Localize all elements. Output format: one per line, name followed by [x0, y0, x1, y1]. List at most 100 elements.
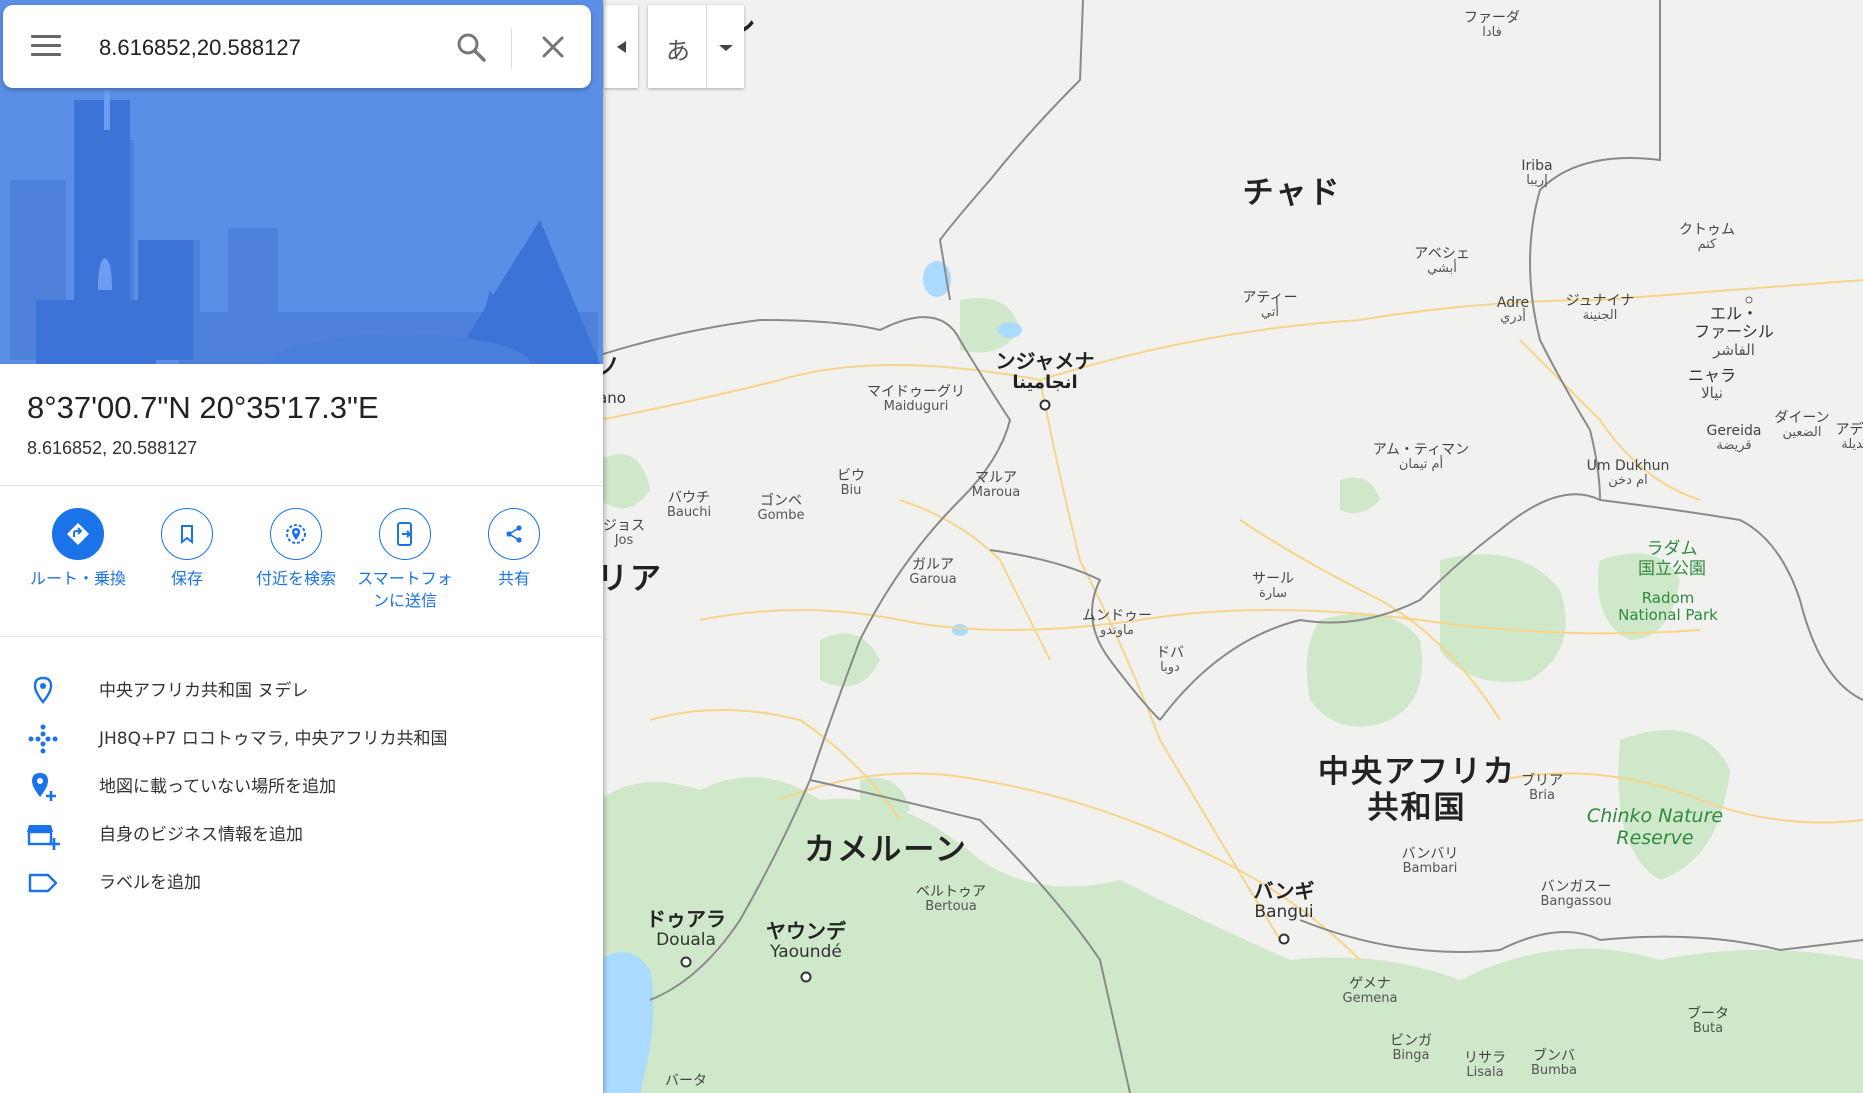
- place-kutum-ar: كتم: [1697, 237, 1717, 253]
- place-iriba-ar: إريبا: [1526, 173, 1548, 189]
- menu-icon[interactable]: [31, 35, 61, 59]
- place-jos: ジョス Jos: [603, 518, 645, 549]
- save-button[interactable]: 保存: [132, 508, 242, 590]
- city-ndjamena-marker: [1039, 399, 1051, 411]
- place-daein-ar: الضعين: [1782, 425, 1822, 441]
- place-bauchi-en: Bauchi: [666, 505, 712, 521]
- park-radom-ja: ラダム 国立公園: [1638, 539, 1706, 579]
- collapse-panel-button[interactable]: [604, 5, 638, 88]
- city-douala-marker: [680, 956, 692, 968]
- place-bangassou-en: Bangassou: [1540, 894, 1612, 910]
- info-row-add-place[interactable]: 地図に載っていない場所を追加: [0, 762, 603, 802]
- info-row-add-business[interactable]: 自身のビジネス情報を追加: [0, 810, 603, 850]
- place-bangassou: バンガスー Bangassou: [1540, 879, 1611, 910]
- share-label: 共有: [497, 569, 530, 588]
- place-bambari-en: Bambari: [1402, 861, 1458, 877]
- place-biu-ja: ビウ: [837, 468, 865, 484]
- place-daein-ja: ダイーン: [1774, 410, 1830, 426]
- place-nyala: ニャラ نيالا: [1687, 366, 1737, 403]
- city-bangui: バンギ Bangui: [1254, 880, 1315, 923]
- place-geneina: ジュナイナ الجنينة: [1566, 293, 1635, 324]
- nearby-button[interactable]: 付近を検索: [241, 508, 351, 590]
- city-bangui-ja: バンギ: [1253, 879, 1315, 903]
- add-business-text: 自身のビジネス情報を追加: [99, 825, 303, 845]
- place-moundou-ar: ماوندو: [1100, 623, 1134, 639]
- add-place-icon: [32, 773, 56, 801]
- place-um-dukhun: Um Dukhun ام دخن: [1587, 458, 1670, 489]
- place-am-timan: アム・ティマン أم تيمان: [1373, 442, 1469, 473]
- park-radom-en: Radom National Park: [1618, 589, 1718, 625]
- place-biu: ビウ Biu: [837, 468, 865, 499]
- place-maroua-en: Maroua: [971, 485, 1021, 501]
- place-bumba-en: Bumba: [1530, 1063, 1578, 1079]
- place-binga-ja: ビンガ: [1390, 1033, 1432, 1049]
- place-iriba-ja: Iriba: [1521, 158, 1553, 174]
- place-gereida-ar: قريضة: [1716, 438, 1752, 454]
- place-kutum-ja: クトゥム: [1679, 222, 1735, 238]
- share-button[interactable]: 共有: [459, 508, 569, 590]
- info-row-plus-code[interactable]: JH8Q+P7 ロコトゥマラ, 中央アフリカ共和国: [0, 714, 603, 754]
- place-iriba: Iriba إريبا: [1521, 158, 1552, 189]
- place-bambari: バンバリ Bambari: [1402, 846, 1459, 877]
- place-moundou: ムンドゥー ماوندو: [1082, 608, 1152, 639]
- place-moundou-ja: ムンドゥー: [1082, 608, 1152, 624]
- place-gombe: ゴンベ Gombe: [758, 493, 805, 524]
- place-nyala-ar: نيالا: [1701, 384, 1723, 403]
- place-um-dukhun-ja: Um Dukhun: [1586, 458, 1670, 474]
- place-decimal-coords[interactable]: 8.616852, 20.588127: [27, 438, 197, 459]
- save-label: 保存: [170, 569, 203, 588]
- place-nyala-ja: ニャラ: [1687, 366, 1737, 385]
- add-business-icon: [27, 825, 60, 850]
- directions-button[interactable]: ルート・乗換: [23, 508, 133, 590]
- place-elfasher-ar: الفاشر: [1713, 340, 1755, 359]
- place-adila: アディعديلة: [1835, 422, 1863, 453]
- place-gemena-ja: ゲメナ: [1349, 976, 1391, 992]
- place-abeche: アベシェ أبشي: [1414, 246, 1470, 277]
- place-abeche-ja: アベシェ: [1414, 246, 1470, 262]
- close-icon[interactable]: [533, 27, 573, 67]
- place-gereida: Gereida قريضة: [1707, 423, 1762, 454]
- place-maiduguri: マイドゥーグリ Maiduguri: [867, 384, 965, 415]
- place-adila-ar: عديلة: [1841, 437, 1863, 453]
- info-row-add-label[interactable]: ラベルを追加: [0, 858, 603, 898]
- place-elfasher-ja: エル・ ファーシル: [1694, 304, 1774, 342]
- place-garoua-ja: ガルア: [911, 557, 954, 573]
- divider: [0, 636, 603, 637]
- place-biu-en: Biu: [840, 483, 862, 499]
- city-yaounde-en: Yaoundé: [770, 942, 842, 962]
- place-bertoua: ベルトゥア Bertoua: [916, 884, 986, 915]
- city-douala: ドゥアラ Douala: [646, 908, 726, 951]
- park-chinko: Chinko Nature Reserve: [1586, 805, 1724, 849]
- place-title: 8°37'00.7"N 20°35'17.3"E: [27, 390, 379, 425]
- caret-down-icon[interactable]: [714, 41, 738, 55]
- place-adila-ja: アディ: [1835, 422, 1863, 438]
- place-bumba: ブンバ Bumba: [1531, 1048, 1577, 1079]
- place-jos-en: Jos: [614, 533, 634, 549]
- place-bata: バータ: [665, 1073, 707, 1089]
- place-bria-ja: ブリア: [1521, 773, 1563, 789]
- send-to-phone-button[interactable]: スマートフォンに送信: [350, 508, 460, 611]
- caret-left-icon: [617, 41, 626, 53]
- place-ati: アティー أتي: [1242, 290, 1297, 321]
- city-yaounde-marker: [800, 971, 812, 983]
- city-yaounde-ja: ヤウンデ: [766, 919, 846, 943]
- label-cameroon: カメルーン: [804, 832, 968, 868]
- search-input[interactable]: [97, 29, 441, 67]
- search-icon[interactable]: [451, 27, 491, 67]
- place-bertoua-ja: ベルトゥア: [916, 884, 986, 900]
- info-row-address[interactable]: 中央アフリカ共和国 ヌデレ: [0, 666, 603, 706]
- place-am-timan-ja: アム・ティマン: [1372, 442, 1470, 458]
- place-bambari-ja: バンバリ: [1401, 846, 1459, 862]
- place-um-dukhun-ar: ام دخن: [1608, 473, 1648, 489]
- address-text: 中央アフリカ共和国 ヌデレ: [99, 681, 309, 701]
- place-binga: ビンガ Binga: [1390, 1033, 1432, 1064]
- side-panel: 8°37'00.7"N 20°35'17.3"E 8.616852, 20.58…: [0, 0, 603, 1093]
- place-maroua-ja: マルア: [975, 470, 1017, 486]
- place-farada-ja: ファーダ: [1464, 10, 1520, 26]
- label-icon: [28, 873, 58, 893]
- nearby-icon: [270, 508, 322, 560]
- place-buta-ja: ブータ: [1687, 1006, 1729, 1022]
- place-sarh-ja: サール: [1252, 571, 1294, 587]
- ime-toggle[interactable]: あ: [648, 5, 744, 88]
- send-to-phone-icon: [379, 508, 431, 560]
